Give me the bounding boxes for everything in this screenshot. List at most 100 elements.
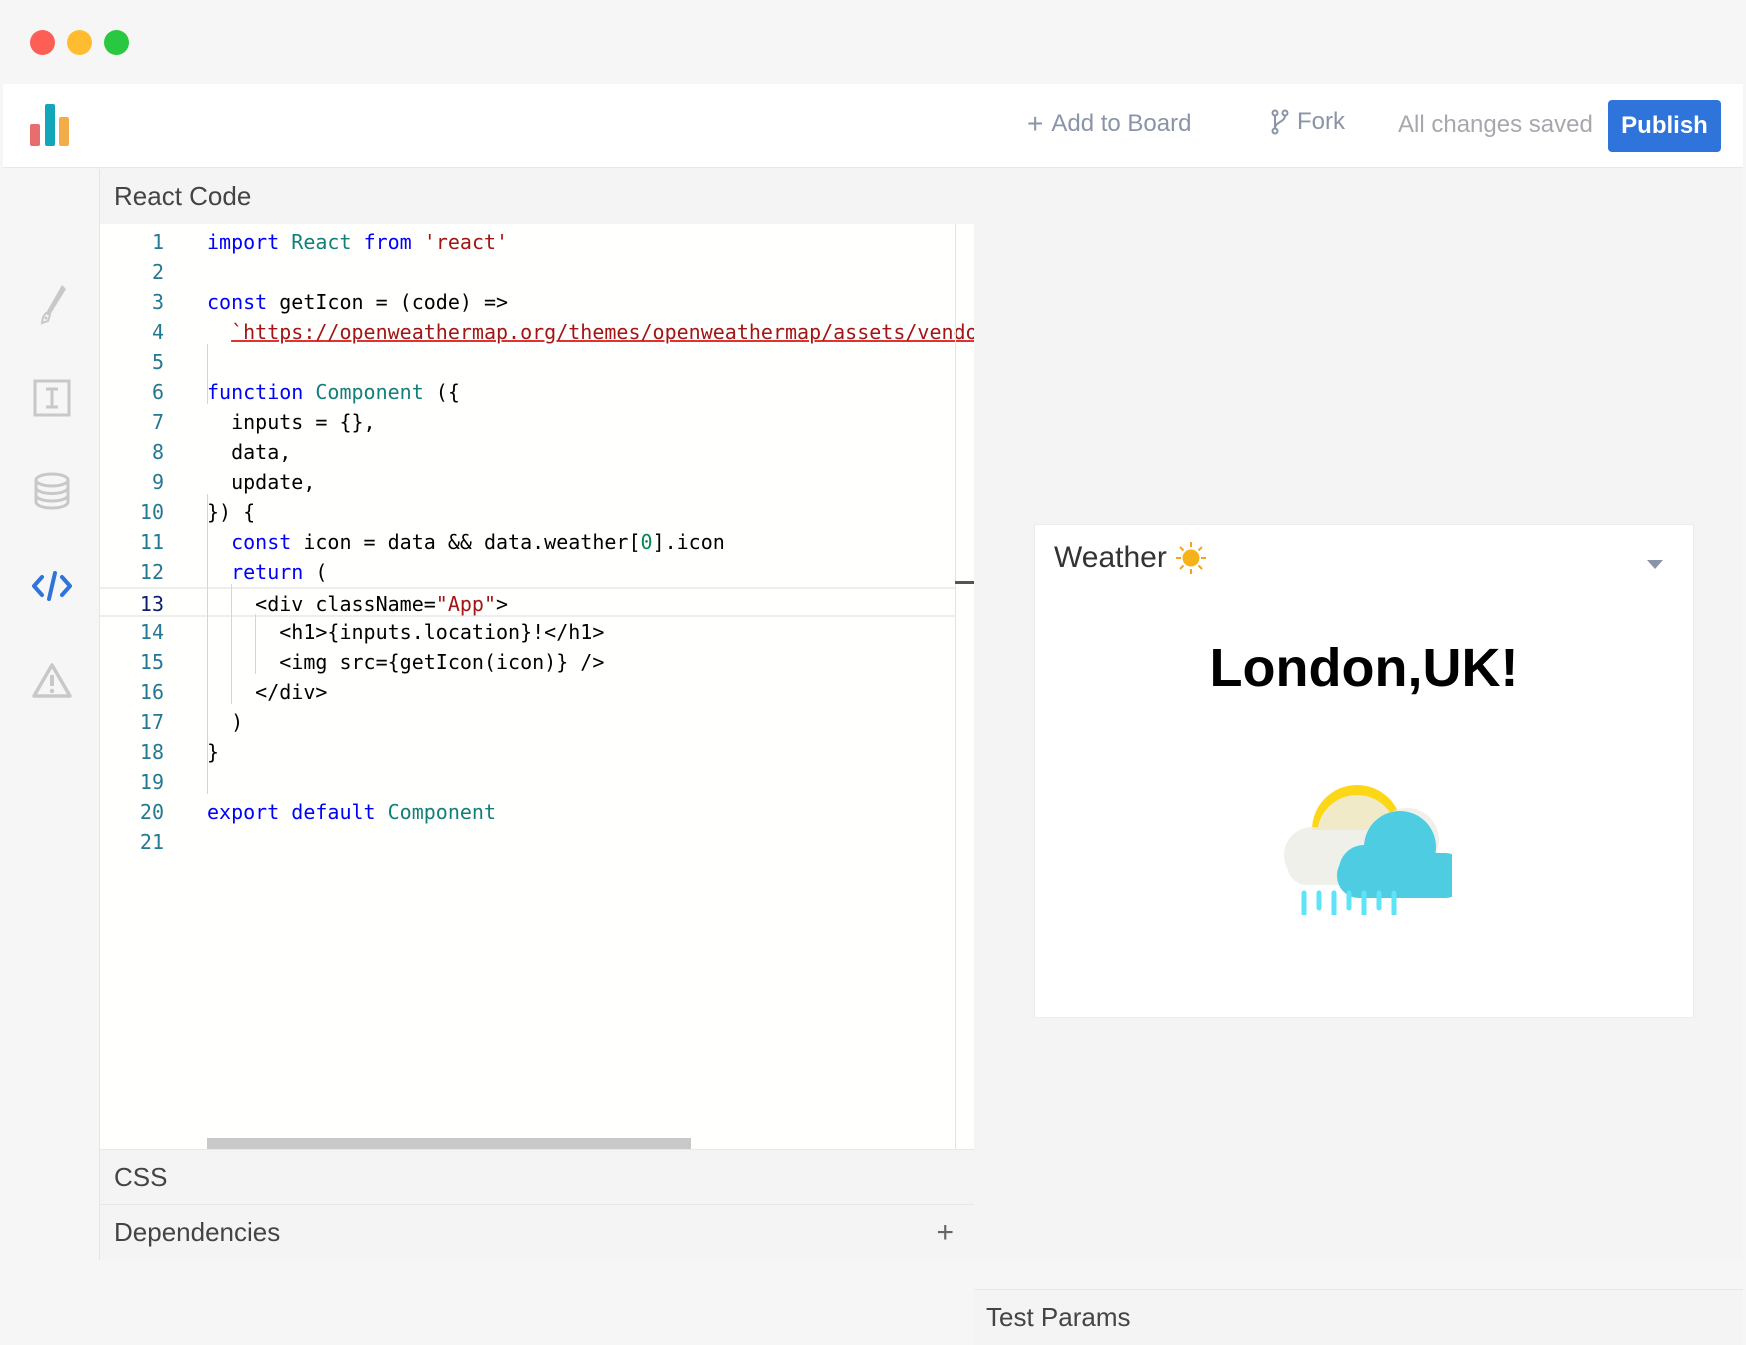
horizontal-scrollbar[interactable]	[207, 1138, 691, 1149]
maximize-window-button[interactable]	[104, 30, 129, 55]
code-text: )	[207, 707, 243, 737]
code-line[interactable]: 6 function Component ({	[100, 377, 955, 407]
code-line[interactable]: 14 <h1>{inputs.location}!</h1>	[100, 617, 955, 647]
chevron-down-icon[interactable]	[1647, 560, 1663, 570]
code-text: <h1>{inputs.location}!</h1>	[207, 617, 604, 647]
minimize-window-button[interactable]	[67, 30, 92, 55]
sidebar-item-design[interactable]	[29, 281, 75, 327]
code-line[interactable]: 10}) {	[100, 497, 955, 527]
line-number: 9	[151, 470, 164, 494]
indent-guide	[231, 584, 232, 704]
code-token: inputs = {},	[207, 410, 376, 434]
indent-guide	[207, 494, 208, 794]
code-text: <div className="App">	[207, 589, 508, 619]
code-token: ].icon	[652, 530, 725, 554]
code-line[interactable]: 17 )	[100, 707, 955, 737]
card-header: Weather	[1054, 541, 1207, 575]
code-token: )	[207, 710, 244, 734]
sidebar-item-data[interactable]	[29, 468, 75, 514]
code-token: <div className=	[207, 592, 436, 616]
code-token: default	[291, 800, 376, 824]
card-title: Weather	[1054, 541, 1167, 574]
code-line[interactable]: 13 <div className="App">	[100, 587, 955, 617]
line-number: 8	[151, 440, 164, 464]
code-token: 'react'	[423, 230, 509, 254]
fork-label: Fork	[1297, 108, 1345, 135]
code-text: function Component ({	[207, 377, 460, 407]
code-line[interactable]: 9 update,	[100, 467, 955, 497]
line-number: 1	[151, 230, 164, 254]
line-number: 2	[151, 260, 164, 284]
dependencies-panel-header[interactable]: Dependencies +	[100, 1204, 974, 1260]
code-text: const icon = data && data.weather[0].ico…	[207, 527, 725, 557]
code-token: (	[303, 560, 328, 584]
database-icon	[34, 472, 70, 510]
code-token: const	[207, 290, 268, 314]
code-text: data,	[207, 437, 291, 467]
publish-button[interactable]: Publish	[1608, 100, 1721, 152]
dependencies-title: Dependencies	[114, 1217, 281, 1247]
top-bar: + Add to Board Fork All changes saved Pu…	[3, 84, 1743, 168]
preview-panel: Weather London,UK! Test Params	[974, 169, 1743, 1345]
code-line[interactable]: 7 inputs = {},	[100, 407, 955, 437]
plus-icon[interactable]: +	[936, 1216, 954, 1250]
line-number: 5	[151, 350, 164, 374]
code-line[interactable]: 15 <img src={getIcon(icon)} />	[100, 647, 955, 677]
css-panel-header[interactable]: CSS	[100, 1149, 974, 1204]
code-text: update,	[207, 467, 315, 497]
code-token: >	[496, 592, 509, 616]
code-text: const getIcon = (code) =>	[207, 287, 508, 317]
warning-icon	[32, 663, 72, 698]
app-logo-icon[interactable]	[30, 104, 78, 146]
code-line[interactable]: 16 </div>	[100, 677, 955, 707]
code-line[interactable]: 18}	[100, 737, 955, 767]
line-number: 4	[151, 320, 164, 344]
close-window-button[interactable]	[30, 30, 55, 55]
sidebar-item-errors[interactable]	[29, 658, 75, 704]
add-to-board-label: Add to Board	[1051, 110, 1192, 137]
code-token: Component	[387, 800, 497, 824]
save-status: All changes saved	[1398, 111, 1593, 138]
add-to-board-button[interactable]: + Add to Board	[1027, 108, 1191, 140]
code-line[interactable]: 11 const icon = data && data.weather[0].…	[100, 527, 955, 557]
code-text: `https://openweathermap.org/themes/openw…	[207, 317, 974, 347]
indent-guide	[255, 614, 256, 674]
line-number: 11	[139, 530, 164, 554]
code-token: return	[231, 560, 304, 584]
code-token: </div>	[207, 680, 328, 704]
code-text: }) {	[207, 497, 255, 527]
code-text: return (	[207, 557, 327, 587]
code-token: export	[207, 800, 280, 824]
code-text: import React from 'react'	[207, 227, 508, 257]
code-line[interactable]: 3 const getIcon = (code) =>	[100, 287, 955, 317]
code-token: function	[207, 380, 304, 404]
fork-button[interactable]: Fork	[1271, 108, 1345, 136]
line-number: 12	[139, 560, 164, 584]
sidebar-item-code[interactable]	[29, 563, 75, 609]
react-code-header[interactable]: React Code	[100, 169, 974, 224]
code-line[interactable]: 12 return (	[100, 557, 955, 587]
cloud-sun-rain-icon	[1284, 785, 1452, 915]
code-line[interactable]: 19	[100, 767, 955, 797]
code-line[interactable]: 4 `https://openweathermap.org/themes/ope…	[100, 317, 974, 347]
line-number: 17	[139, 710, 164, 734]
vertical-scrollbar-track[interactable]	[955, 224, 956, 1149]
code-editor[interactable]: 21 20 export default Component 19 18} 17 ) 16 …	[100, 224, 974, 1149]
code-line[interactable]: 5	[100, 347, 955, 377]
code-token: }) {	[207, 500, 256, 524]
code-token: Component	[315, 380, 424, 404]
test-params-header[interactable]: Test Params	[974, 1289, 1743, 1345]
weather-card: Weather London,UK!	[1034, 524, 1694, 1018]
code-line[interactable]: 1 import React from 'react'	[100, 227, 955, 257]
line-number: 7	[151, 410, 164, 434]
sidebar-item-inputs[interactable]	[29, 375, 75, 421]
code-line[interactable]: 2	[100, 257, 955, 287]
code-line[interactable]: 21	[100, 827, 955, 857]
code-line[interactable]: 8 data,	[100, 437, 955, 467]
code-line[interactable]: 20 export default Component	[100, 797, 955, 827]
code-editor-panel: React Code 21 20 export default Component 1…	[100, 169, 974, 1260]
